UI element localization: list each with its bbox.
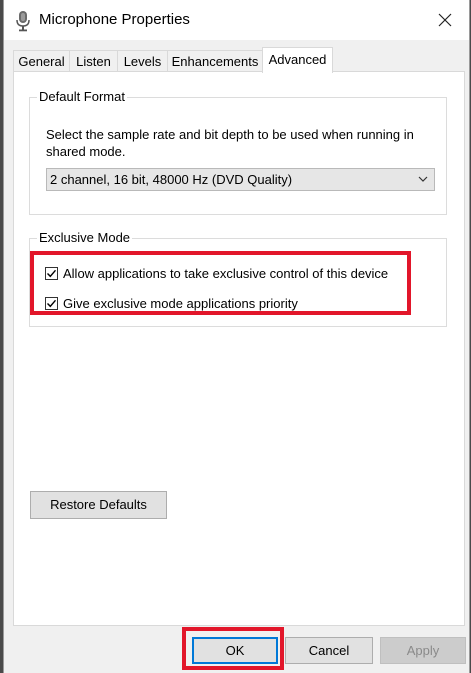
advanced-panel: Default Format Select the sample rate an… xyxy=(13,71,465,626)
exclusive-mode-label: Exclusive Mode xyxy=(37,230,133,245)
default-format-description: Select the sample rate and bit depth to … xyxy=(46,127,414,159)
tab-advanced[interactable]: Advanced xyxy=(262,47,333,73)
exclusive-priority-label: Give exclusive mode applications priorit… xyxy=(63,295,298,311)
exclusive-mode-group: Exclusive Mode Allow applications to tak… xyxy=(29,230,447,327)
exclusive-control-checkbox[interactable] xyxy=(45,266,58,280)
checkmark-icon xyxy=(47,269,57,277)
microphone-properties-dialog: Microphone Properties General Listen Lev… xyxy=(3,0,470,673)
microphone-icon xyxy=(16,10,30,32)
ok-button[interactable]: OK xyxy=(192,637,278,664)
exclusive-priority-option[interactable]: Give exclusive mode applications priorit… xyxy=(45,294,298,312)
default-format-value: 2 channel, 16 bit, 48000 Hz (DVD Quality… xyxy=(50,172,293,187)
chevron-down-icon xyxy=(418,176,428,182)
default-format-select[interactable]: 2 channel, 16 bit, 48000 Hz (DVD Quality… xyxy=(46,168,435,191)
restore-defaults-button[interactable]: Restore Defaults xyxy=(30,491,167,519)
close-icon xyxy=(438,13,452,27)
tab-general[interactable]: General xyxy=(13,50,70,72)
close-button[interactable] xyxy=(429,4,461,36)
window-title: Microphone Properties xyxy=(39,11,190,28)
exclusive-priority-checkbox[interactable] xyxy=(45,296,58,310)
checkmark-icon xyxy=(47,299,57,307)
tab-listen[interactable]: Listen xyxy=(69,50,118,72)
exclusive-control-label: Allow applications to take exclusive con… xyxy=(63,265,389,281)
default-format-label: Default Format xyxy=(37,89,127,104)
cancel-button[interactable]: Cancel xyxy=(285,637,373,664)
default-format-group: Default Format Select the sample rate an… xyxy=(29,89,447,215)
title-bar: Microphone Properties xyxy=(4,0,469,40)
tab-levels[interactable]: Levels xyxy=(117,50,168,72)
tab-enhancements[interactable]: Enhancements xyxy=(167,50,263,72)
apply-button[interactable]: Apply xyxy=(380,637,466,664)
exclusive-control-option[interactable]: Allow applications to take exclusive con… xyxy=(45,264,388,282)
